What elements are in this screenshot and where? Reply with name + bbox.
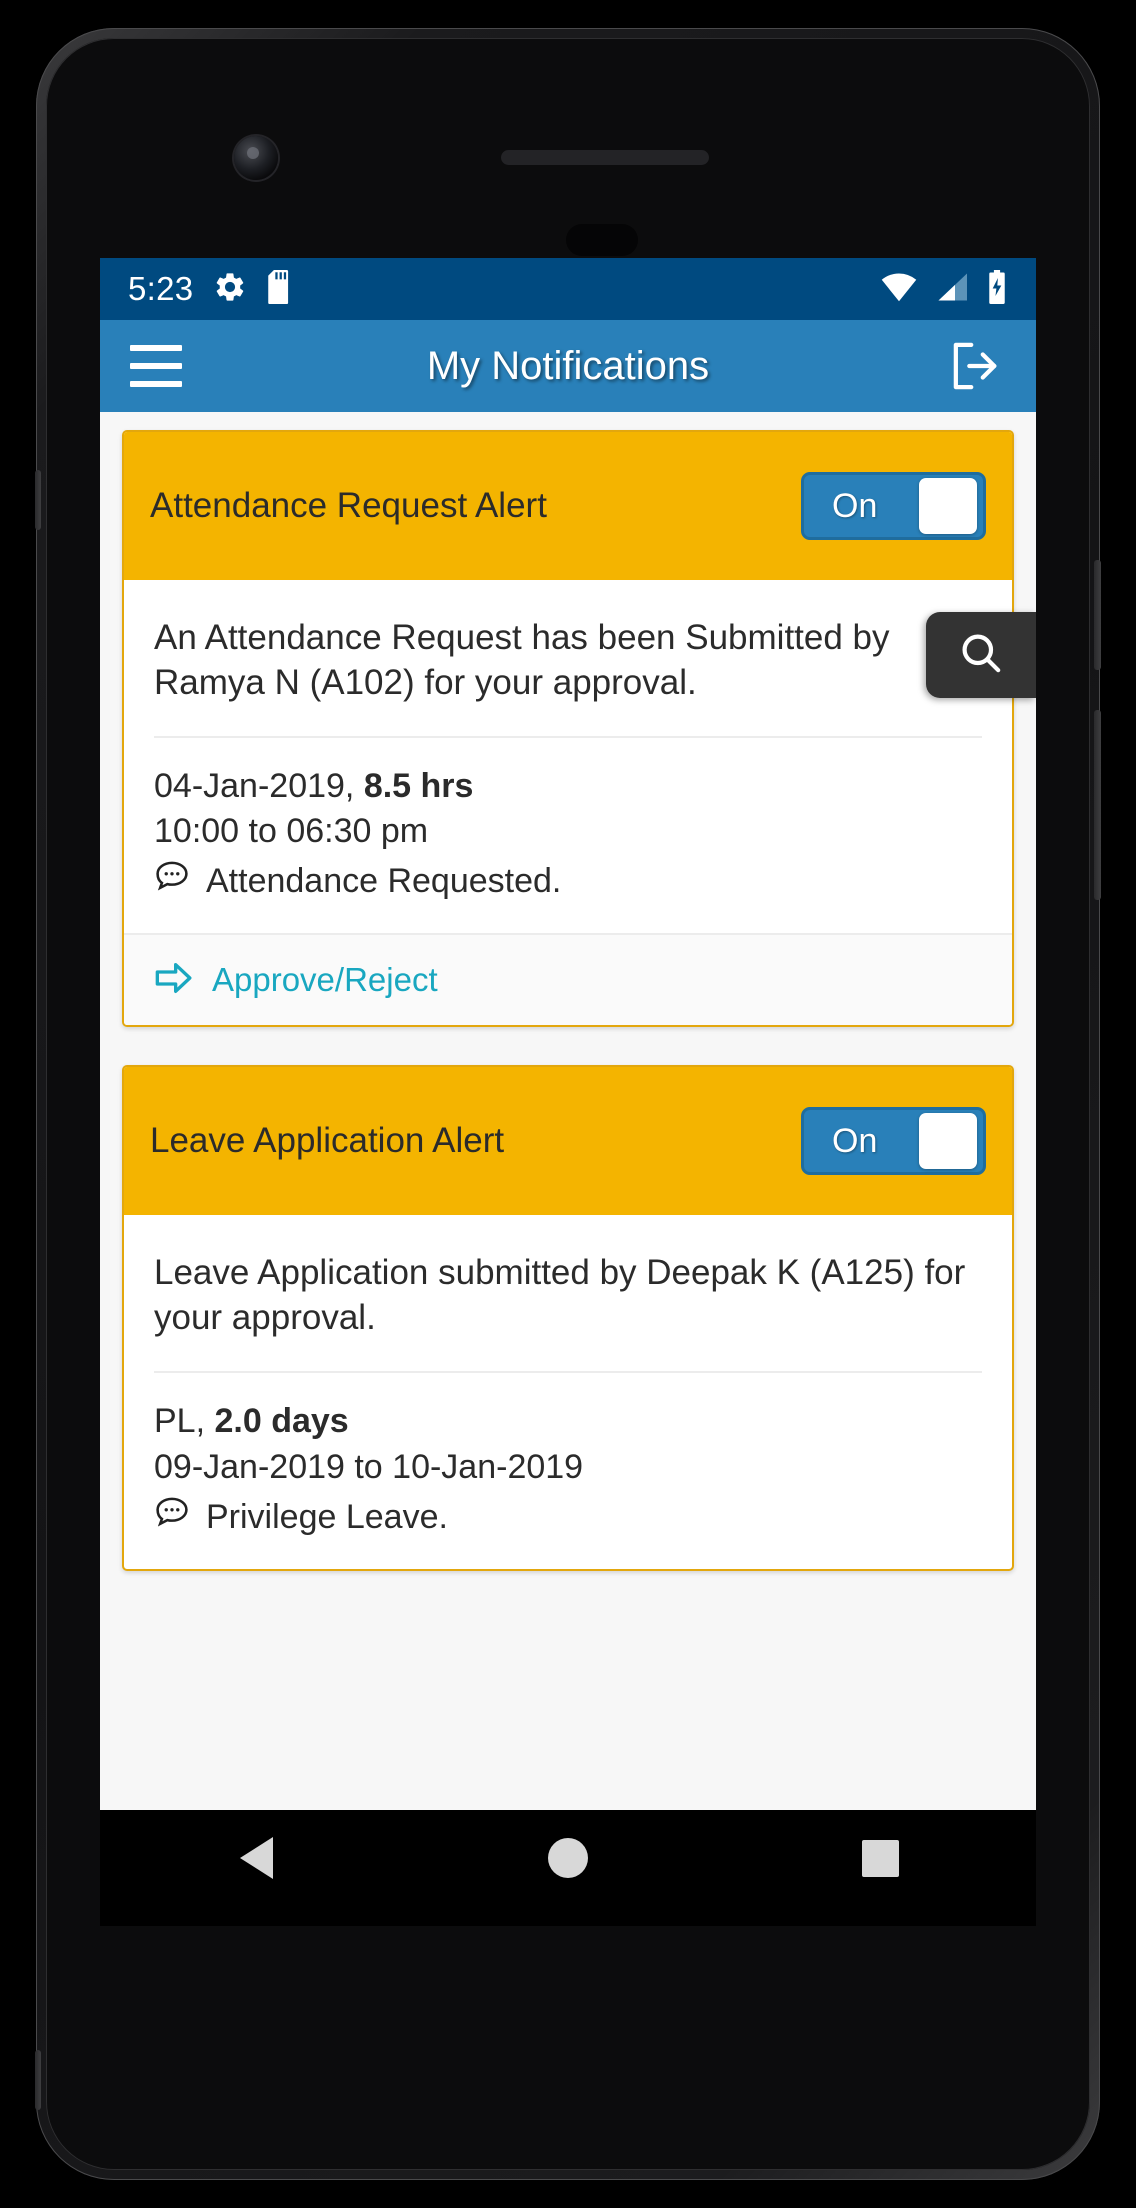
hamburger-line-2 <box>130 363 182 369</box>
home-button[interactable] <box>508 1810 628 1906</box>
card-details: PL, 2.0 days 09-Jan-2019 to 10-Jan-2019 … <box>124 1373 1012 1569</box>
hamburger-menu-icon[interactable] <box>130 345 182 387</box>
arrow-right-icon <box>154 961 194 999</box>
left-side-accent-bottom <box>35 2050 41 2110</box>
comment-text: Attendance Requested. <box>206 862 562 901</box>
recents-square-icon <box>861 1839 899 1877</box>
search-button[interactable] <box>926 612 1036 698</box>
proximity-sensor <box>566 224 638 256</box>
card-message: Leave Application submitted by Deepak K … <box>154 1253 966 1338</box>
sd-card-icon <box>267 270 295 308</box>
approve-reject-label: Approve/Reject <box>212 961 438 999</box>
screen-bottom-chin <box>100 1906 1036 1926</box>
approve-reject-action[interactable]: Approve/Reject <box>124 935 1012 1026</box>
back-triangle-icon <box>239 1837 273 1879</box>
alert-toggle-switch[interactable]: On <box>801 1107 986 1176</box>
toggle-state-label: On <box>832 486 878 525</box>
battery-charging-icon <box>986 270 1008 308</box>
detail-primary-line: PL, 2.0 days <box>154 1399 982 1445</box>
home-circle-icon <box>548 1838 588 1878</box>
detail-leave-type: PL, <box>154 1401 215 1440</box>
gear-icon <box>213 270 247 308</box>
detail-duration: 8.5 hrs <box>363 766 474 805</box>
front-camera <box>234 136 278 180</box>
page-title: My Notifications <box>426 343 710 388</box>
detail-primary-line: 04-Jan-2019, 8.5 hrs <box>154 764 982 810</box>
card-title: Attendance Request Alert <box>150 486 547 525</box>
toggle-knob <box>919 478 977 534</box>
notification-card-leave: Leave Application Alert On Leave Applica… <box>122 1065 1014 1571</box>
wifi-icon <box>880 272 918 306</box>
detail-date: 04-Jan-2019, <box>154 766 364 805</box>
status-bar-left-group: 5:23 <box>128 270 295 308</box>
comment-text: Privilege Leave. <box>206 1497 448 1536</box>
back-button[interactable] <box>196 1810 316 1906</box>
camera-lens-glint <box>247 147 259 159</box>
detail-date-range: 09-Jan-2019 to 10-Jan-2019 <box>154 1447 584 1486</box>
status-bar-right-group <box>880 270 1008 308</box>
comment-bubble-icon <box>154 859 190 905</box>
detail-time-range: 10:00 to 06:30 pm <box>154 812 429 851</box>
left-side-accent-top <box>35 470 41 530</box>
power-button[interactable] <box>1094 560 1101 670</box>
detail-comment-row: Privilege Leave. <box>154 1495 982 1541</box>
search-icon <box>957 629 1005 681</box>
card-message: An Attendance Request has been Submitted… <box>154 618 890 702</box>
notification-card-attendance: Attendance Request Alert On An Attendanc… <box>122 430 1014 1028</box>
card-details: 04-Jan-2019, 8.5 hrs 10:00 to 06:30 pm A… <box>124 738 1012 934</box>
phone-screen: 5:23 My Notifications Attendance Request… <box>100 258 1036 1810</box>
status-bar-clock: 5:23 <box>128 270 194 307</box>
status-bar: 5:23 <box>100 258 1036 320</box>
logout-icon[interactable] <box>948 337 1006 395</box>
cell-signal-icon <box>935 272 969 306</box>
earpiece-speaker <box>501 150 709 165</box>
hamburger-line-1 <box>130 345 182 351</box>
toggle-knob <box>919 1113 977 1170</box>
card-header: Leave Application Alert On <box>124 1067 1012 1216</box>
notifications-list: Attendance Request Alert On An Attendanc… <box>100 412 1036 1810</box>
android-navigation-bar <box>100 1810 1036 1906</box>
recents-button[interactable] <box>820 1810 940 1906</box>
card-header: Attendance Request Alert On <box>124 432 1012 580</box>
toggle-state-label: On <box>832 1121 878 1160</box>
card-title: Leave Application Alert <box>150 1121 505 1161</box>
detail-comment-row: Attendance Requested. <box>154 859 982 905</box>
hamburger-line-3 <box>130 381 182 387</box>
app-bar: My Notifications <box>100 320 1036 412</box>
volume-button[interactable] <box>1094 710 1101 900</box>
alert-toggle-switch[interactable]: On <box>801 472 986 540</box>
detail-duration: 2.0 days <box>214 1401 349 1440</box>
comment-bubble-icon <box>154 1495 190 1541</box>
